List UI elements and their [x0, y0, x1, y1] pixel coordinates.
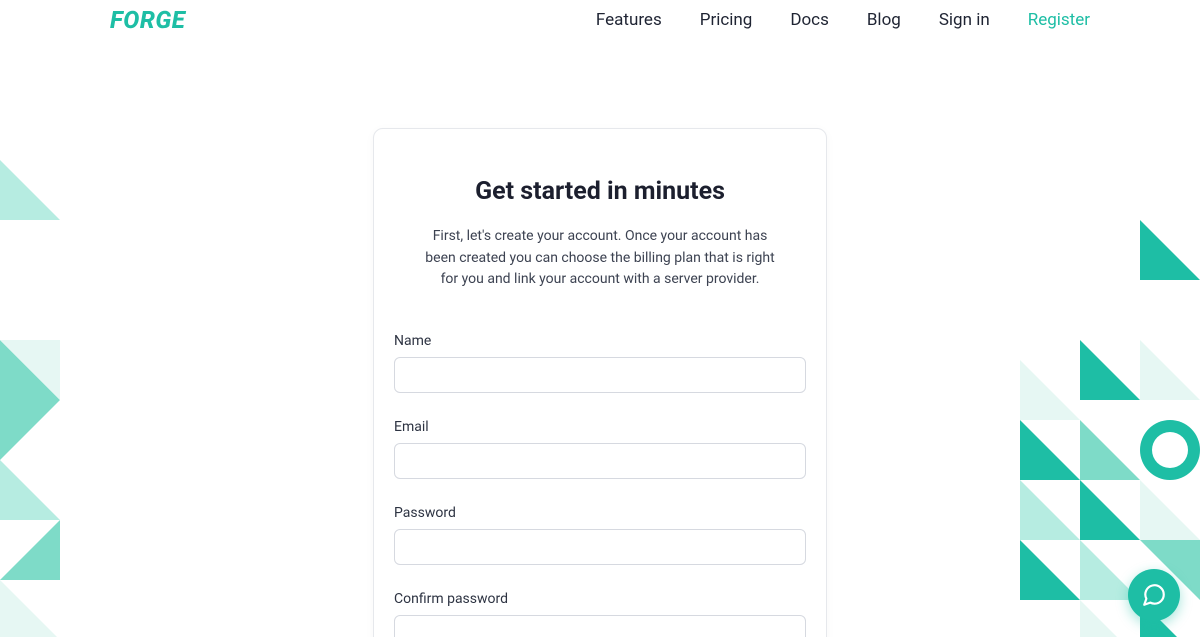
nav-blog[interactable]: Blog [867, 10, 901, 30]
nav-pricing[interactable]: Pricing [700, 10, 753, 30]
input-confirm-password[interactable] [394, 615, 806, 637]
register-card: Get started in minutes First, let's crea… [373, 128, 827, 637]
label-confirm-password: Confirm password [394, 591, 806, 607]
nav-features[interactable]: Features [596, 10, 662, 30]
nav-register[interactable]: Register [1028, 10, 1090, 30]
input-email[interactable] [394, 443, 806, 479]
header: FORGE Features Pricing Docs Blog Sign in… [0, 0, 1200, 40]
field-confirm-password: Confirm password [394, 591, 806, 637]
field-password: Password [394, 505, 806, 565]
top-nav: Features Pricing Docs Blog Sign in Regis… [596, 10, 1090, 30]
chat-icon [1141, 582, 1167, 608]
input-name[interactable] [394, 357, 806, 393]
input-password[interactable] [394, 529, 806, 565]
field-name: Name [394, 333, 806, 393]
field-email: Email [394, 419, 806, 479]
nav-docs[interactable]: Docs [790, 10, 829, 30]
label-password: Password [394, 505, 806, 521]
nav-signin[interactable]: Sign in [939, 10, 990, 30]
logo[interactable]: FORGE [110, 6, 185, 34]
card-subtitle: First, let's create your account. Once y… [394, 226, 806, 291]
help-button[interactable] [1128, 569, 1180, 621]
card-title: Get started in minutes [394, 177, 806, 206]
label-email: Email [394, 419, 806, 435]
label-name: Name [394, 333, 806, 349]
